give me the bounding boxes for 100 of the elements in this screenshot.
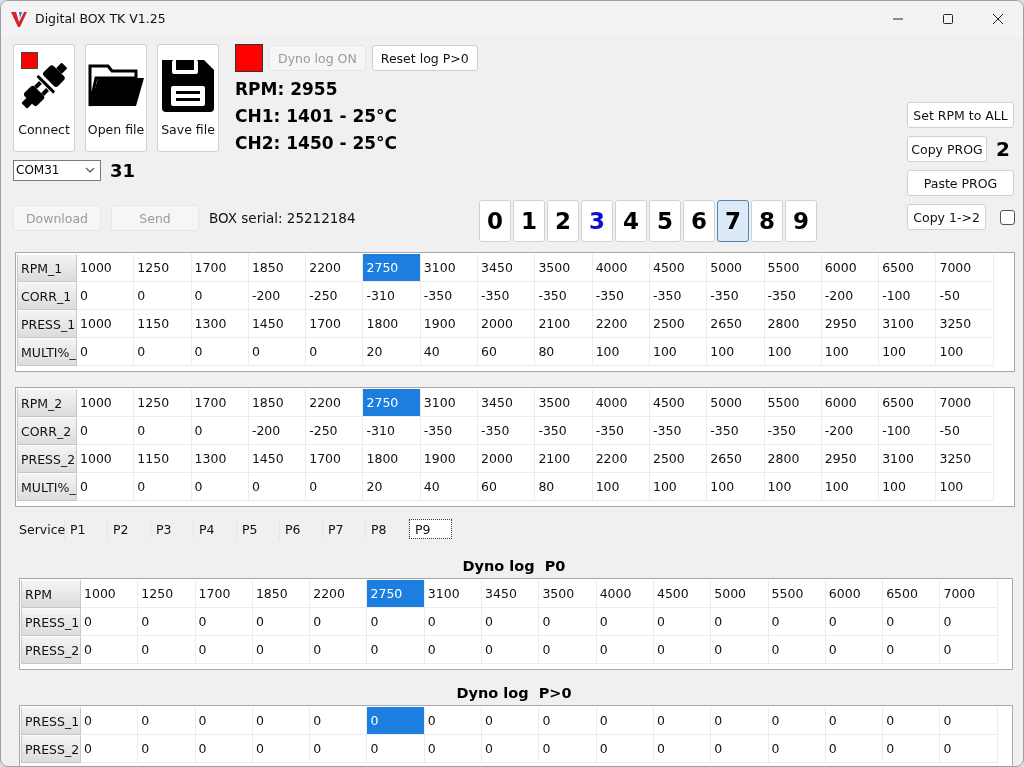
table-cell: 0: [191, 473, 249, 501]
table-cell: 2000: [478, 310, 536, 338]
set-rpm-button[interactable]: Set RPM to ALL: [907, 102, 1014, 128]
table-cell: 1000: [81, 580, 139, 608]
tab[interactable]: P5: [237, 519, 280, 539]
tab[interactable]: P1: [65, 519, 108, 539]
table-cell: 1000: [77, 389, 135, 417]
program-button[interactable]: 8: [751, 200, 783, 242]
window-title: Digital BOX TK V1.25: [35, 11, 166, 26]
table-cell: 6500: [883, 580, 941, 608]
table-cell: 0: [482, 707, 540, 735]
tab[interactable]: P4: [194, 519, 237, 539]
table-cell: 1250: [138, 580, 196, 608]
table-cell: 0: [711, 707, 769, 735]
table-cell: 0: [195, 735, 253, 763]
program-button[interactable]: 2: [547, 200, 579, 242]
table-cell: -310: [363, 417, 421, 445]
table-cell: 0: [195, 608, 253, 636]
table-cell: 0: [310, 636, 368, 664]
table-cell: 0: [306, 473, 364, 501]
tab[interactable]: P2: [108, 519, 151, 539]
tab[interactable]: P3: [151, 519, 194, 539]
table-cell: 0: [825, 636, 884, 664]
program-button[interactable]: 5: [649, 200, 681, 242]
table-cell: 0: [77, 473, 135, 501]
table-cell: -50: [936, 282, 994, 310]
table-cell: 0: [134, 417, 192, 445]
table-cell: 100: [936, 473, 994, 501]
table-cell: -350: [649, 417, 708, 445]
copy-1-2-button[interactable]: Copy 1->2: [907, 204, 987, 230]
table-cell: 0: [883, 735, 941, 763]
logo-icon: [10, 9, 28, 28]
program-button[interactable]: 6: [683, 200, 715, 242]
table-cell: 2500: [649, 310, 708, 338]
row-header: PRESS_1: [21, 608, 81, 636]
table-cell: 100: [879, 338, 937, 366]
table-cell: 0: [539, 707, 597, 735]
table-cell: 5000: [711, 580, 769, 608]
table-cell: 0: [825, 707, 884, 735]
table-cell: 100: [936, 338, 994, 366]
checkbox[interactable]: [1000, 209, 1015, 225]
table-cell: 3250: [936, 445, 994, 473]
table-cell: 0: [768, 707, 826, 735]
tab[interactable]: P7: [323, 519, 366, 539]
table-cell: 0: [252, 707, 311, 735]
table-cell: 3450: [478, 254, 536, 282]
table-cell: -250: [306, 417, 364, 445]
maximize-icon: [942, 12, 954, 25]
copy-prog-button[interactable]: Copy PROG: [907, 136, 987, 162]
section-title: Dyno log P>0: [455, 684, 573, 702]
table-cell: 1150: [134, 445, 192, 473]
table-cell: 0: [81, 735, 139, 763]
table-cell: 1700: [191, 389, 249, 417]
table-cell: 0: [940, 707, 998, 735]
program-button[interactable]: 9: [785, 200, 817, 242]
table-cell: 2500: [649, 445, 708, 473]
copy-target-number: 2: [996, 137, 1010, 161]
open-file-button[interactable]: Open file: [85, 44, 147, 152]
table-cell: 1250: [134, 389, 192, 417]
paste-prog-button[interactable]: Paste PROG: [907, 170, 1014, 196]
tab[interactable]: Service: [15, 519, 65, 539]
table-cell: 0: [940, 636, 998, 664]
table-cell: 0: [883, 608, 941, 636]
program-button[interactable]: 0: [479, 200, 511, 242]
table-cell: 0: [138, 636, 196, 664]
table-cell: 100: [649, 338, 708, 366]
table-cell: 0: [310, 735, 368, 763]
program-button[interactable]: 3: [581, 200, 613, 242]
table-cell: 2200: [592, 445, 650, 473]
reset-log-button[interactable]: Reset log P>0: [371, 45, 478, 71]
table-cell: 100: [649, 473, 708, 501]
table-cell: 1850: [248, 254, 307, 282]
tab[interactable]: P9: [409, 519, 452, 539]
table-cell: 1250: [134, 254, 192, 282]
table-cell: 6000: [821, 389, 880, 417]
table-cell: 1300: [191, 310, 249, 338]
program-button[interactable]: 4: [615, 200, 647, 242]
table-cell: 100: [764, 338, 822, 366]
table-cell: 5000: [707, 389, 765, 417]
tab[interactable]: P6: [280, 519, 323, 539]
table-cell: 0: [768, 608, 826, 636]
program-button[interactable]: 7: [717, 200, 749, 242]
table-cell: 2750: [367, 580, 425, 608]
table-cell: 3500: [535, 254, 593, 282]
table-cell: 0: [310, 608, 368, 636]
program-button[interactable]: 1: [513, 200, 545, 242]
table-cell: 2800: [764, 445, 822, 473]
port-select[interactable]: COM31: [13, 159, 101, 181]
table-cell: 6000: [821, 254, 880, 282]
table-cell: 2650: [707, 310, 765, 338]
row-header: PRESS_1: [21, 707, 81, 735]
table-cell: 80: [535, 338, 593, 366]
table-cell: -250: [306, 282, 364, 310]
table-cell: 2750: [363, 254, 421, 282]
connect-button[interactable]: Connect: [13, 44, 75, 152]
table-cell: 0: [424, 608, 483, 636]
save-file-button[interactable]: Save file: [157, 44, 219, 152]
table-cell: 0: [482, 636, 540, 664]
table-cell: 60: [478, 338, 536, 366]
table-cell: 0: [482, 608, 540, 636]
